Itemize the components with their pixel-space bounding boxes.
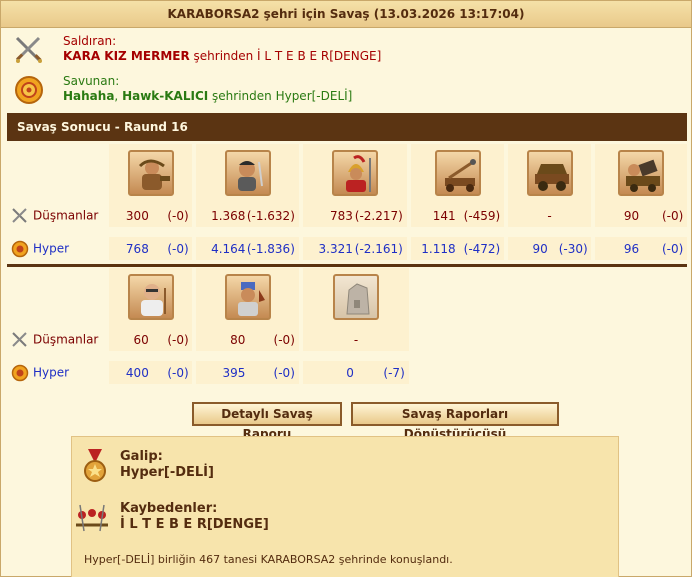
attacker-label: Saldıran: [63, 34, 117, 48]
defender-city-text: şehrinden Hyper[-DELİ] [208, 89, 353, 103]
loser-heading: Kaybedenler: [120, 501, 218, 516]
unit-doctor-icon[interactable] [127, 273, 174, 320]
winner-heading: Galip: [120, 449, 163, 464]
own-count: 395 [222, 365, 246, 380]
battle-report-window: KARABORSA2 şehri için Savaş (13.03.2026 … [0, 0, 692, 577]
enemy-loss: (-2.217) [354, 208, 403, 223]
own-count: 96 [623, 241, 640, 256]
enemy-row-1: Düşmanlar 300 (-0) 1.368(-1.632) 783 (-2.2… [7, 204, 687, 227]
crossed-swords-icon [12, 331, 27, 347]
enemy-count: 60 [133, 332, 149, 347]
enemy-count: 783 [330, 208, 353, 223]
enemy-count: 80 [230, 332, 246, 347]
enemy-count: 1.368 [211, 208, 246, 223]
own-loss: (-2.161) [354, 241, 403, 256]
section-divider [7, 264, 687, 267]
own-loss: (-472) [463, 241, 501, 256]
enemy-loss: (-1.632) [246, 208, 295, 223]
unit-swordsman-icon[interactable] [224, 149, 271, 196]
enemy-name: Düşmanlar [33, 208, 99, 222]
enemy-count: - [547, 208, 552, 223]
unit-ram-icon[interactable] [526, 149, 573, 196]
own-count: 1.118 [421, 241, 456, 256]
own-count: 90 [532, 241, 548, 256]
defender-player1-link[interactable]: Hahaha [63, 89, 114, 103]
battle-title: KARABORSA2 şehri için Savaş (13.03.2026 … [1, 1, 691, 28]
defeated-army-icon [76, 504, 108, 532]
enemy-name: Düşmanlar [33, 332, 99, 346]
own-loss: (-0) [273, 365, 295, 380]
own-loss: (-0) [167, 365, 189, 380]
loser-name: İ L T E B E R[DENGE] [120, 517, 269, 532]
enemy-count: 300 [125, 208, 149, 223]
unit-wall-icon[interactable] [333, 273, 379, 320]
unit-catapult-icon[interactable] [434, 149, 481, 196]
attacker-player-link[interactable]: KARA KIZ MERMER [63, 49, 190, 63]
garrison-note: Hyper[-DELİ] birliğin 467 tanesi KARABOR… [84, 553, 453, 566]
shield-icon [15, 76, 43, 104]
attacker-city-text: şehrinden İ L T E B E R[DENGE] [189, 49, 382, 63]
own-count: 768 [125, 241, 149, 256]
attacker-section: Saldıran: KARA KIZ MERMER şehrinden İ L … [1, 28, 691, 70]
enemy-count: - [353, 332, 359, 347]
unit-mortar-icon[interactable] [618, 149, 664, 196]
report-converter-button[interactable]: Savaş Raporları Dönüştürücüsü [351, 402, 559, 441]
own-loss: (-0) [661, 241, 684, 256]
enemy-loss: (-0) [167, 208, 189, 223]
unit-image-row [7, 268, 687, 328]
enemy-count: 90 [623, 208, 640, 223]
enemy-loss: (-459) [463, 208, 501, 223]
own-row-2: Hyper 400 (-0) 395 (-0) 0 (-7) [7, 361, 687, 384]
enemy-count: 141 [432, 208, 456, 223]
own-count: 400 [125, 365, 149, 380]
unit-cook-icon[interactable] [224, 273, 271, 320]
own-loss: (-7) [383, 365, 405, 380]
defender-section: Savunan: Hahaha, Hawk-KALICI şehrinden H… [1, 68, 691, 110]
enemy-loss: (-0) [167, 332, 189, 347]
own-name-link[interactable]: Hyper [33, 241, 69, 255]
attacker-line: KARA KIZ MERMER şehrinden İ L T E B E R[… [63, 49, 691, 64]
defender-line: Hahaha, Hawk-KALICI şehrinden Hyper[-DEL… [63, 89, 691, 104]
winner-name: Hyper[-DELİ] [120, 465, 214, 480]
shield-icon [11, 364, 29, 381]
crossed-swords-icon [15, 36, 42, 63]
own-loss: (-0) [167, 241, 189, 256]
units-table-2: Düşmanlar 60 (-0) 80 (-0) - Hyper 400 (-0) … [7, 268, 687, 384]
own-count: 4.164 [211, 241, 246, 256]
defender-separator: , [114, 89, 123, 103]
own-row-1: Hyper 768 (-0) 4.164(-1.836) 3.321 (-2.161… [7, 237, 687, 260]
own-loss: (-1.836) [246, 241, 295, 256]
own-count: 3.321 [318, 241, 353, 256]
own-name-link[interactable]: Hyper [33, 365, 69, 379]
shield-icon [11, 240, 29, 257]
enemy-loss: (-0) [661, 208, 684, 223]
unit-slinger-icon[interactable] [127, 149, 174, 196]
own-loss: (-30) [558, 241, 588, 256]
detailed-report-button[interactable]: Detaylı Savaş Raporu [192, 402, 342, 441]
enemy-loss: (-0) [273, 332, 295, 347]
unit-spartan-icon[interactable] [332, 149, 378, 196]
unit-image-row [7, 144, 687, 204]
battle-summary: Galip: Hyper[-DELİ] Kaybedenler: İ L T E… [71, 436, 619, 577]
defender-player2-link[interactable]: Hawk-KALICI [122, 89, 208, 103]
crossed-swords-icon [12, 207, 27, 223]
defender-label: Savunan: [63, 74, 120, 88]
enemy-row-2: Düşmanlar 60 (-0) 80 (-0) - [7, 328, 687, 351]
medal-icon [84, 449, 106, 482]
own-count: 0 [346, 365, 354, 380]
result-header: Savaş Sonucu - Raund 16 [7, 113, 687, 141]
units-table-1: Düşmanlar 300 (-0) 1.368(-1.632) 783 (-2.2… [7, 144, 687, 260]
